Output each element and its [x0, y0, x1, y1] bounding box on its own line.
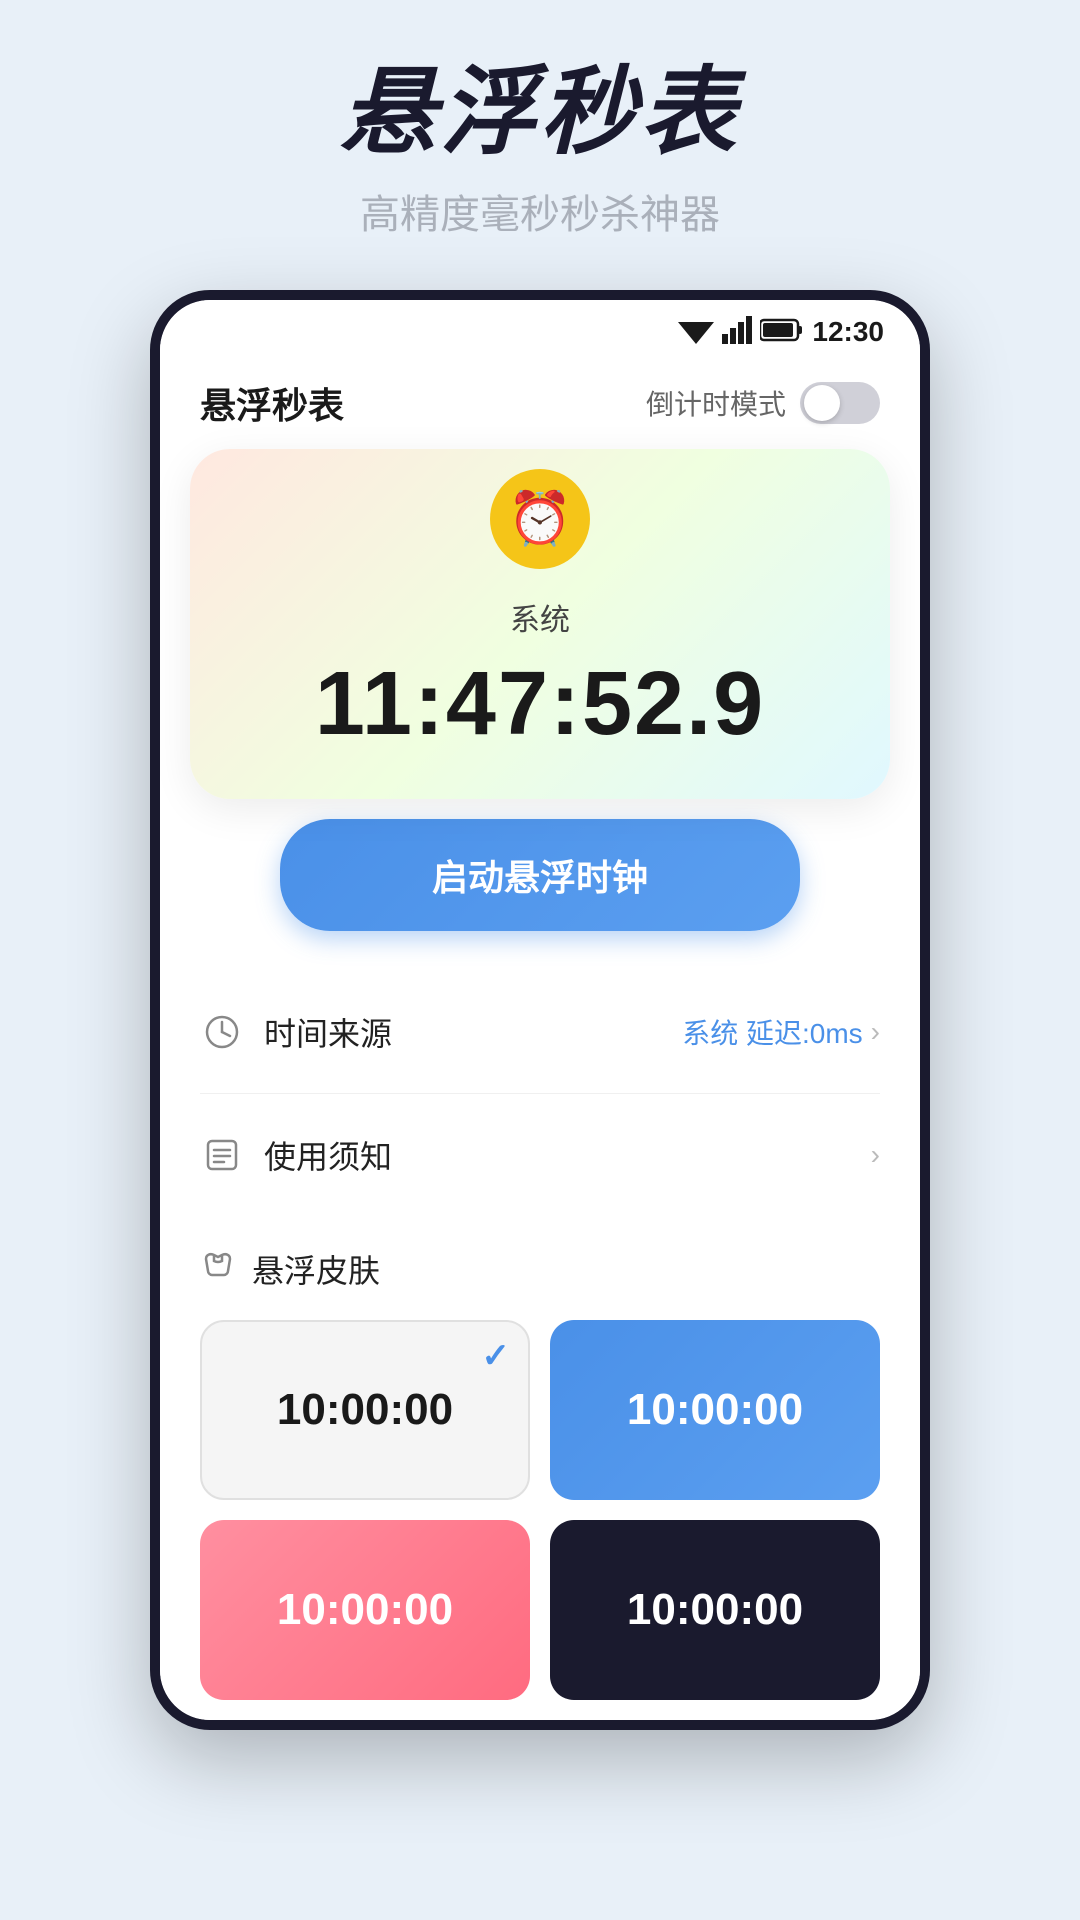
settings-list: 时间来源 系统 延迟:0ms › 使用须知 ›	[160, 971, 920, 1216]
page-header: 悬浮秒表 高精度毫秒秒杀神器	[0, 0, 1080, 270]
skin-blue[interactable]: 10:00:00	[550, 1320, 880, 1500]
usage-notice-item[interactable]: 使用须知 ›	[200, 1094, 880, 1216]
signal-icon	[722, 316, 752, 349]
skin-pink[interactable]: 10:00:00	[200, 1520, 530, 1700]
skin-dark-time: 10:00:00	[627, 1585, 803, 1635]
status-bar: 12:30	[160, 300, 920, 357]
floating-card: ⏰ 系统 11:47:52.9	[190, 449, 890, 799]
usage-notice-left: 使用须知	[200, 1132, 392, 1178]
start-floating-clock-button[interactable]: 启动悬浮时钟	[280, 819, 800, 931]
skin-white[interactable]: ✓ 10:00:00	[200, 1320, 530, 1500]
skin-header-icon	[200, 1247, 236, 1291]
time-source-left: 时间来源	[200, 1009, 392, 1055]
skin-white-time: 10:00:00	[277, 1385, 453, 1435]
app-header: 悬浮秒表 倒计时模式	[160, 357, 920, 449]
page-subtitle: 高精度毫秒秒杀神器	[40, 182, 1040, 240]
page-title: 悬浮秒表	[40, 60, 1040, 166]
usage-notice-chevron: ›	[871, 1139, 880, 1171]
time-source-chevron: ›	[871, 1016, 880, 1048]
phone-frame: 12:30 悬浮秒表 倒计时模式 ⏰ 系统 11:47:52.9 启动悬浮时钟	[150, 290, 930, 1730]
countdown-toggle[interactable]	[800, 382, 880, 424]
mode-label: 倒计时模式	[646, 383, 786, 423]
usage-notice-icon	[200, 1133, 244, 1177]
usage-notice-label: 使用须知	[264, 1132, 392, 1178]
usage-notice-value: ›	[871, 1139, 880, 1171]
status-icons: 12:30	[678, 316, 884, 349]
skin-blue-time: 10:00:00	[627, 1385, 803, 1435]
wifi-icon	[678, 316, 714, 349]
system-label: 系统	[230, 595, 850, 639]
time-source-icon	[200, 1010, 244, 1054]
battery-icon	[760, 318, 804, 347]
skin-grid: ✓ 10:00:00 10:00:00 10:00:00 10:00:00	[200, 1320, 880, 1720]
time-display: 11:47:52.9	[230, 659, 850, 749]
skin-white-check: ✓	[482, 1336, 511, 1376]
status-time: 12:30	[812, 316, 884, 348]
skin-header-label: 悬浮皮肤	[252, 1246, 380, 1292]
time-source-label: 时间来源	[264, 1009, 392, 1055]
time-source-item[interactable]: 时间来源 系统 延迟:0ms ›	[200, 971, 880, 1094]
skin-dark[interactable]: 10:00:00	[550, 1520, 880, 1700]
clock-icon: ⏰	[508, 493, 573, 545]
skin-section-header: 悬浮皮肤	[200, 1246, 880, 1292]
time-source-value: 系统 延迟:0ms ›	[682, 1012, 880, 1052]
clock-icon-wrap: ⏰	[490, 469, 590, 569]
mode-toggle-area: 倒计时模式	[646, 382, 880, 424]
skin-pink-time: 10:00:00	[277, 1585, 453, 1635]
app-header-title: 悬浮秒表	[200, 377, 344, 429]
time-source-value-text: 系统 延迟:0ms	[682, 1012, 862, 1052]
skin-section: 悬浮皮肤 ✓ 10:00:00 10:00:00 10:00:00 10:00:…	[160, 1216, 920, 1720]
